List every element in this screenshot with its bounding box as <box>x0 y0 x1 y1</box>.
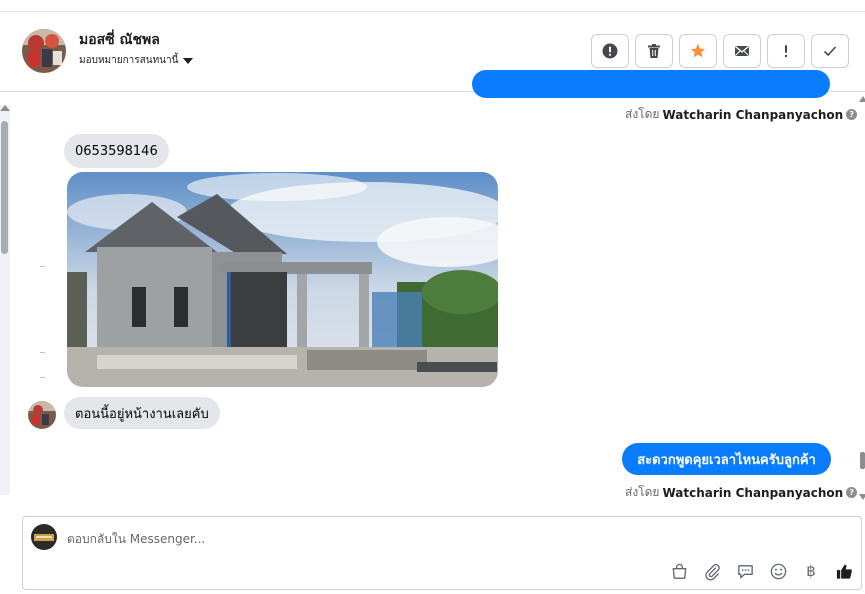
incoming-message-bubble[interactable]: ตอนนี้อยู่หน้างานเลยคับ <box>64 397 220 429</box>
help-icon[interactable]: ? <box>846 487 858 498</box>
exclamation-icon <box>784 45 788 58</box>
check-icon <box>823 46 837 57</box>
incoming-message-bubble[interactable]: 0653598146 <box>64 134 169 168</box>
follow-up-button[interactable] <box>767 34 805 68</box>
scroll-up-arrow-icon[interactable] <box>859 96 865 102</box>
contact-avatar-small[interactable] <box>28 401 56 429</box>
saved-reply-icon <box>737 564 753 578</box>
message-scrollbar[interactable] <box>858 92 865 502</box>
reply-input[interactable] <box>67 529 627 549</box>
divider-tick <box>40 377 45 378</box>
sender-name[interactable]: Watcharin Chanpanyachon <box>662 486 843 500</box>
baht-icon: ฿ <box>806 562 816 580</box>
scroll-down-arrow-icon[interactable] <box>859 494 865 500</box>
outgoing-message-bubble-partial[interactable] <box>472 70 830 98</box>
divider-tick <box>40 352 45 353</box>
sent-by-label: ส่งโดย Watcharin Chanpanyachon ? <box>625 105 858 124</box>
scrollbar-thumb[interactable] <box>860 452 865 469</box>
delete-button[interactable] <box>635 34 673 68</box>
divider-tick <box>40 266 45 267</box>
composer-tools: ฿ <box>668 560 855 582</box>
sent-by-prefix: ส่งโดย <box>625 107 660 121</box>
mark-done-button[interactable] <box>811 34 849 68</box>
emoji-icon <box>770 563 786 579</box>
bag-icon <box>672 563 686 579</box>
sender-name[interactable]: Watcharin Chanpanyachon <box>662 108 843 122</box>
header-actions <box>591 34 849 68</box>
contact-name[interactable]: มอสซี่ ณัชพล <box>79 29 160 51</box>
page-avatar <box>31 524 57 550</box>
star-icon <box>690 43 706 58</box>
scroll-up-arrow-icon[interactable] <box>0 105 10 111</box>
paperclip-icon <box>704 563 720 581</box>
top-strip <box>0 0 865 12</box>
thumbs-up-icon <box>836 564 852 579</box>
left-scrollbar[interactable] <box>0 105 10 495</box>
photo-attachment[interactable] <box>67 172 498 387</box>
assign-label: มอบหมายการสนทนานี้ <box>79 55 179 66</box>
trash-icon <box>648 44 660 58</box>
like-button[interactable] <box>833 560 855 582</box>
reply-composer: ฿ <box>22 516 862 590</box>
shop-button[interactable] <box>668 560 690 582</box>
mark-unread-button[interactable] <box>723 34 761 68</box>
sent-by-label: ส่งโดย Watcharin Chanpanyachon ? <box>625 483 858 502</box>
message-text: 0653598146 <box>75 143 158 159</box>
outgoing-message-bubble[interactable]: สะดวกพูดคุยเวลาไหนครับลูกค้า <box>622 443 831 475</box>
house-photo <box>67 172 498 387</box>
star-button[interactable] <box>679 34 717 68</box>
alert-circle-icon <box>602 43 618 59</box>
contact-avatar[interactable] <box>22 29 66 73</box>
saved-replies-button[interactable] <box>734 560 756 582</box>
caret-down-icon <box>183 57 194 64</box>
assign-conversation-dropdown[interactable]: มอบหมายการสนทนานี้ <box>79 53 194 68</box>
envelope-icon <box>735 45 749 56</box>
scrollbar-thumb[interactable] <box>1 121 8 254</box>
help-icon[interactable]: ? <box>846 109 858 120</box>
message-text: สะดวกพูดคุยเวลาไหนครับลูกค้า <box>637 452 816 468</box>
mark-spam-button[interactable] <box>591 34 629 68</box>
attach-file-button[interactable] <box>701 560 723 582</box>
message-text: ตอนนี้อยู่หน้างานเลยคับ <box>75 406 209 422</box>
sent-by-prefix: ส่งโดย <box>625 485 660 499</box>
emoji-button[interactable] <box>767 560 789 582</box>
payment-button[interactable]: ฿ <box>800 560 822 582</box>
